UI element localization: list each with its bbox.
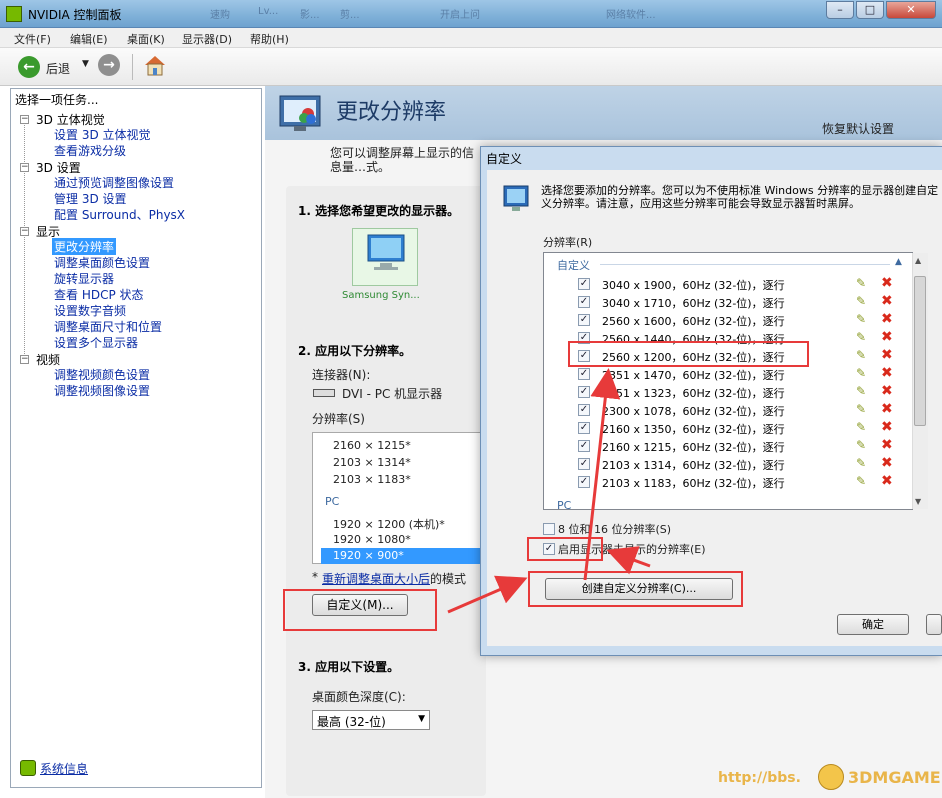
mascot-logo-icon — [818, 764, 844, 790]
annotation-arrows — [447, 368, 651, 614]
arrow-to-checkbox — [606, 546, 651, 575]
watermark-url: http://bbs. — [718, 770, 801, 786]
watermark-brand: 3DMGAME — [848, 768, 941, 787]
arrow-to-row — [583, 368, 621, 581]
arrow-to-create-button — [447, 575, 528, 614]
